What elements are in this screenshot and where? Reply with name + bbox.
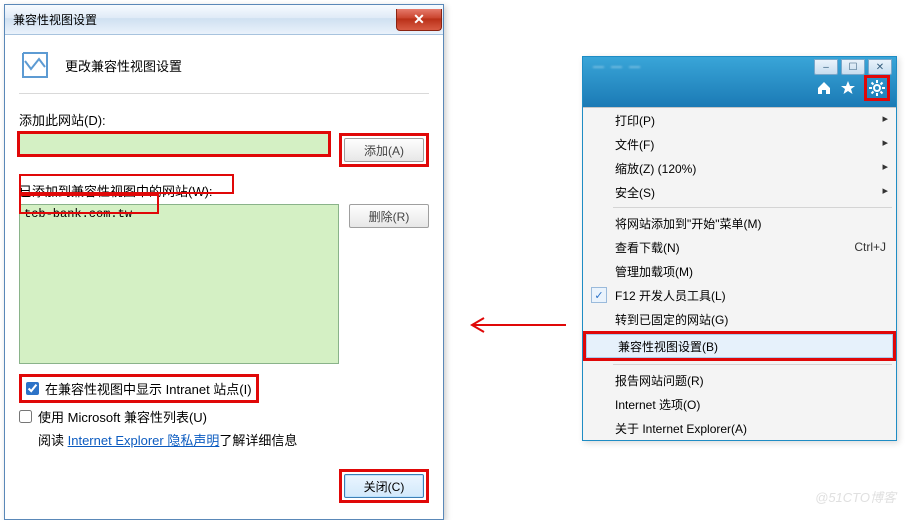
menu-item[interactable]: 查看下载(N) Ctrl+J <box>583 235 896 259</box>
compat-view-dialog: 兼容性视图设置 ✕ 更改兼容性视图设置 添加此网站(D): 添加(A) 已添加到… <box>4 4 444 520</box>
checkbox-group: 在兼容性视图中显示 Intranet 站点(I) 使用 Microsoft 兼容… <box>19 374 429 449</box>
add-site-label: 添加此网站(D): <box>19 110 429 129</box>
menu-item-label: 报告网站问题(R) <box>615 372 704 389</box>
menu-item[interactable]: 缩放(Z) (120%) <box>583 156 896 180</box>
menu-item-label: 转到已固定的网站(G) <box>615 311 728 328</box>
close-dialog-button[interactable]: 关闭(C) <box>344 474 424 498</box>
mslist-checkbox-text: 使用 Microsoft 兼容性列表(U) <box>38 407 207 426</box>
remove-button[interactable]: 删除(R) <box>349 204 429 228</box>
list-label: 已添加到兼容性视图中的网站(W): <box>19 181 429 200</box>
menu-item-label: 缩放(Z) (120%) <box>615 160 696 177</box>
gear-highlight <box>864 75 890 101</box>
mslist-checkbox[interactable] <box>19 410 32 423</box>
intranet-highlight: 在兼容性视图中显示 Intranet 站点(I) <box>19 374 259 403</box>
annotation-arrow <box>466 316 566 334</box>
inbox-icon <box>19 49 51 81</box>
menu-item-highlight: 兼容性视图设置(B) <box>583 331 896 361</box>
privacy-line: 阅读 Internet Explorer 隐私声明了解详细信息 <box>19 430 429 449</box>
dialog-footer: 关闭(C) <box>19 469 429 503</box>
tools-menu: 打印(P) 文件(F) 缩放(Z) (120%) 安全(S) 将网站添加到"开始"菜单(… <box>583 107 896 440</box>
privacy-link[interactable]: Internet Explorer 隐私声明 <box>68 433 220 448</box>
gear-icon[interactable] <box>869 80 885 96</box>
add-site-row: 添加(A) <box>19 133 429 167</box>
menu-item[interactable]: 文件(F) <box>583 132 896 156</box>
menu-item-label: 将网站添加到"开始"菜单(M) <box>615 215 762 232</box>
home-icon[interactable] <box>816 80 832 96</box>
close-icon: ✕ <box>413 11 425 28</box>
maximize-button[interactable]: ☐ <box>841 59 865 75</box>
dialog-title: 兼容性视图设置 <box>13 11 97 28</box>
dialog-body: 更改兼容性视图设置 添加此网站(D): 添加(A) 已添加到兼容性视图中的网站(… <box>5 35 443 519</box>
dialog-heading-row: 更改兼容性视图设置 <box>19 49 429 94</box>
watermark: @51CTO博客 <box>815 487 896 506</box>
ie-titlebar: — — — – ☐ ✕ <box>583 57 896 107</box>
added-sites-list[interactable]: tcb-bank.com.tw <box>19 204 339 364</box>
menu-item[interactable]: 关于 Internet Explorer(A) <box>583 416 896 440</box>
menu-item-label: F12 开发人员工具(L) <box>615 287 726 304</box>
menu-separator <box>613 364 892 365</box>
intranet-checkbox-text: 在兼容性视图中显示 Intranet 站点(I) <box>45 379 252 398</box>
add-site-input[interactable] <box>19 133 329 155</box>
minimize-button[interactable]: – <box>814 59 838 75</box>
menu-item-label: 兼容性视图设置(B) <box>618 338 718 355</box>
window-buttons: – ☐ ✕ <box>814 59 892 75</box>
list-item[interactable]: tcb-bank.com.tw <box>24 207 334 221</box>
dialog-close-button[interactable]: ✕ <box>396 9 442 31</box>
menu-item-label: 关于 Internet Explorer(A) <box>615 420 747 437</box>
mslist-checkbox-label[interactable]: 使用 Microsoft 兼容性列表(U) <box>19 407 429 426</box>
privacy-prefix: 阅读 <box>38 433 68 448</box>
menu-item-label: 打印(P) <box>615 112 655 129</box>
toolbar-icons <box>816 75 890 101</box>
menu-item-label: 管理加载项(M) <box>615 263 693 280</box>
menu-item[interactable]: Internet 选项(O) <box>583 392 896 416</box>
menu-item-label: 文件(F) <box>615 136 654 153</box>
privacy-suffix: 了解详细信息 <box>219 433 297 448</box>
menu-item-label: Internet 选项(O) <box>615 396 700 413</box>
close-button-highlight: 关闭(C) <box>339 469 429 503</box>
intranet-checkbox-label[interactable]: 在兼容性视图中显示 Intranet 站点(I) <box>26 379 252 398</box>
list-row: tcb-bank.com.tw 删除(R) <box>19 204 429 364</box>
check-icon: ✓ <box>591 287 607 303</box>
star-icon[interactable] <box>840 80 856 96</box>
ie-title-blurred: — — — <box>593 61 642 73</box>
window-close-button[interactable]: ✕ <box>868 59 892 75</box>
add-button-highlight: 添加(A) <box>339 133 429 167</box>
menu-item[interactable]: 打印(P) <box>583 108 896 132</box>
add-button[interactable]: 添加(A) <box>344 138 424 162</box>
menu-item-label: 查看下载(N) <box>615 239 680 256</box>
ie-window: — — — – ☐ ✕ <box>582 56 897 441</box>
menu-shortcut: Ctrl+J <box>854 240 886 254</box>
menu-item-label: 安全(S) <box>615 184 655 201</box>
intranet-checkbox[interactable] <box>26 382 39 395</box>
dialog-heading: 更改兼容性视图设置 <box>65 56 182 75</box>
menu-item[interactable]: 安全(S) <box>583 180 896 204</box>
menu-separator <box>613 207 892 208</box>
menu-item[interactable]: ✓ F12 开发人员工具(L) <box>583 283 896 307</box>
dialog-titlebar[interactable]: 兼容性视图设置 ✕ <box>5 5 443 35</box>
menu-item[interactable]: 兼容性视图设置(B) <box>586 334 893 358</box>
menu-item[interactable]: 管理加载项(M) <box>583 259 896 283</box>
menu-item[interactable]: 将网站添加到"开始"菜单(M) <box>583 211 896 235</box>
menu-item[interactable]: 转到已固定的网站(G) <box>583 307 896 331</box>
menu-item[interactable]: 报告网站问题(R) <box>583 368 896 392</box>
